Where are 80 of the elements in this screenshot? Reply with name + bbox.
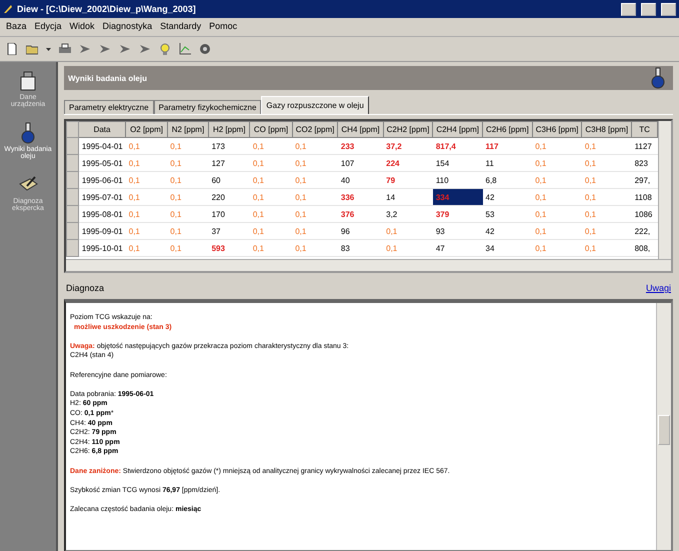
table-cell[interactable]: 170	[208, 206, 250, 222]
table-cell[interactable]: 224	[383, 154, 433, 172]
table-cell[interactable]: 11	[482, 154, 532, 172]
table-cell[interactable]: 3,2	[383, 206, 433, 222]
table-cell[interactable]: 93	[432, 222, 482, 240]
column-header[interactable]: C3H8 [ppm]	[582, 122, 632, 138]
tab[interactable]: Gazy rozpuszczone w oleju	[261, 96, 369, 114]
disc-icon[interactable]	[199, 43, 211, 55]
table-cell[interactable]: 42	[482, 222, 532, 240]
chart-icon[interactable]	[179, 43, 191, 55]
table-cell[interactable]: 60	[208, 172, 250, 188]
table-cell[interactable]: 379	[432, 206, 482, 222]
vertical-scrollbar[interactable]	[658, 121, 671, 259]
section-title: Diagnoza	[66, 283, 104, 293]
column-header[interactable]: CH4 [ppm]	[338, 122, 384, 138]
horizontal-scrollbar[interactable]	[66, 259, 671, 271]
column-header[interactable]: H2 [ppm]	[208, 122, 250, 138]
menu-item[interactable]: Baza	[6, 21, 27, 33]
menu-item[interactable]: Standardy	[160, 21, 202, 33]
column-header[interactable]: CO2 [ppm]	[292, 122, 338, 138]
column-header[interactable]: Data	[78, 122, 126, 138]
table-cell[interactable]: 1995-04-01	[78, 138, 126, 154]
menu-item[interactable]: Diagnostyka	[102, 21, 152, 33]
table-cell[interactable]: 1995-07-01	[78, 188, 126, 206]
table-cell[interactable]: 40	[338, 172, 384, 188]
arrow-icon[interactable]	[119, 43, 131, 55]
table-cell[interactable]: 1995-05-01	[78, 154, 126, 172]
table-cell[interactable]: 53	[482, 206, 532, 222]
table-cell[interactable]: 1995-08-01	[78, 206, 126, 222]
table-cell[interactable]: 173	[208, 138, 250, 154]
menu-item[interactable]: Widok	[70, 21, 95, 33]
arrow-icon[interactable]	[139, 43, 151, 55]
panel-title: Wyniki badania oleju	[68, 74, 147, 82]
table-cell[interactable]: 79	[383, 172, 433, 188]
column-header[interactable]: C3H6 [ppm]	[532, 122, 582, 138]
table-cell[interactable]: 376	[338, 206, 384, 222]
tab[interactable]: Parametry elektryczne	[64, 100, 154, 114]
table-cell[interactable]: 107	[338, 154, 384, 172]
new-document-icon[interactable]	[6, 43, 18, 55]
table-cell[interactable]: 37	[208, 222, 250, 240]
table-cell[interactable]: 96	[338, 222, 384, 240]
column-header[interactable]: O2 [ppm]	[126, 122, 168, 138]
arrow-icon[interactable]	[99, 43, 111, 55]
notes-link[interactable]: Uwagi	[646, 283, 671, 293]
table-cell[interactable]: 336	[338, 188, 384, 206]
table-cell[interactable]: 42	[482, 188, 532, 206]
vertical-scrollbar[interactable]	[656, 303, 671, 550]
table-cell[interactable]: 83	[338, 240, 384, 256]
table-cell[interactable]: 220	[208, 188, 250, 206]
close-button[interactable]	[661, 2, 676, 16]
table-cell[interactable]: 233	[338, 138, 384, 154]
table-cell[interactable]: 817,4	[432, 138, 482, 154]
column-header[interactable]: N2 [ppm]	[167, 122, 209, 138]
column-header[interactable]: TC	[632, 122, 658, 138]
minimize-button[interactable]	[621, 2, 636, 16]
tab[interactable]: Parametry fizykochemiczne	[154, 100, 262, 114]
restore-button[interactable]	[641, 2, 656, 16]
column-header[interactable]: C2H6 [ppm]	[482, 122, 532, 138]
column-header[interactable]: CO [ppm]	[250, 122, 292, 138]
column-header[interactable]: C2H2 [ppm]	[383, 122, 433, 138]
column-header[interactable]: C2H4 [ppm]	[432, 122, 482, 138]
menu-item[interactable]: Edycja	[34, 21, 62, 33]
table-cell[interactable]: 6,8	[482, 172, 532, 188]
table-cell[interactable]: 154	[432, 154, 482, 172]
menu-item[interactable]: Pomoc	[209, 21, 238, 33]
table-cell[interactable]: 1995-06-01	[78, 172, 126, 188]
table-cell[interactable]: 1995-10-01	[78, 240, 126, 256]
lightbulb-icon[interactable]	[159, 43, 171, 55]
folder-icon[interactable]	[26, 43, 38, 55]
table-cell[interactable]: 1995-09-01	[78, 222, 126, 240]
printer-icon[interactable]	[59, 43, 71, 55]
table-cell[interactable]: 117	[482, 138, 532, 154]
table-cell[interactable]: 34	[482, 240, 532, 256]
table-cell[interactable]: 47	[432, 240, 482, 256]
arrow-icon[interactable]	[79, 43, 91, 55]
app-icon	[3, 4, 13, 14]
table-cell[interactable]: 37,2	[383, 138, 433, 154]
table-cell[interactable]: 593	[208, 240, 250, 256]
table-cell[interactable]: 127	[208, 154, 250, 172]
window-title: Diew - [C:\Diew_2002\Diew_p\Wang_2003]	[17, 4, 197, 14]
